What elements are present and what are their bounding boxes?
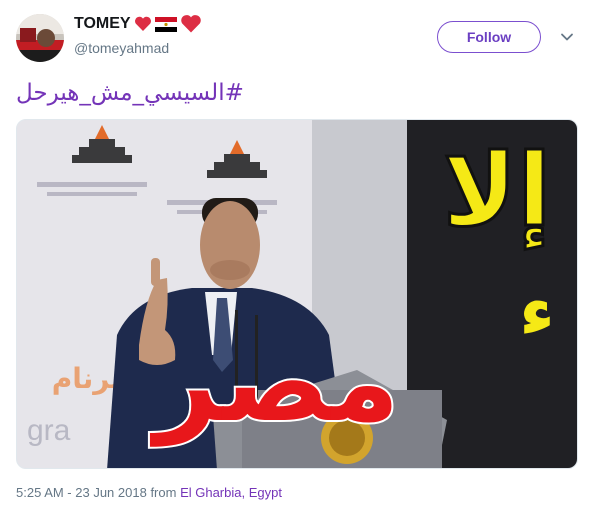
backdrop-text-2: gra [27, 414, 71, 447]
user-display-name[interactable]: TOMEY [74, 14, 202, 34]
chevron-down-icon[interactable] [560, 30, 574, 44]
poster-text-main: مصر [150, 318, 400, 447]
poster-text-mid: ء [519, 270, 555, 352]
red-heart-icon [180, 15, 201, 33]
user-handle[interactable]: @tomeyahmad [74, 40, 169, 56]
tweet-time[interactable]: 5:25 AM - 23 Jun 2018 [16, 485, 147, 500]
tweet-location[interactable]: El Gharbia, Egypt [180, 485, 282, 500]
tweet-card: TOMEY @tomeyahmad Follow #السيسي_مش_هيرح… [0, 0, 598, 514]
tweet-hashtag[interactable]: #السيسي_مش_هيرحل [16, 80, 244, 106]
red-heart-icon [134, 16, 151, 31]
display-name-text: TOMEY [74, 15, 131, 32]
egypt-flag-icon [154, 16, 177, 32]
follow-button[interactable]: Follow [437, 21, 541, 53]
avatar-image [16, 14, 64, 62]
tweet-media-image[interactable]: البرنام gra إلا ء مصر [16, 119, 578, 469]
from-label: from [150, 485, 177, 500]
tweet-timestamp: 5:25 AM - 23 Jun 2018 from El Gharbia, E… [16, 485, 282, 500]
poster-text-top: إلا [443, 132, 552, 250]
poster-graphic: البرنام gra إلا ء مصر [17, 120, 577, 468]
avatar[interactable] [16, 14, 64, 62]
